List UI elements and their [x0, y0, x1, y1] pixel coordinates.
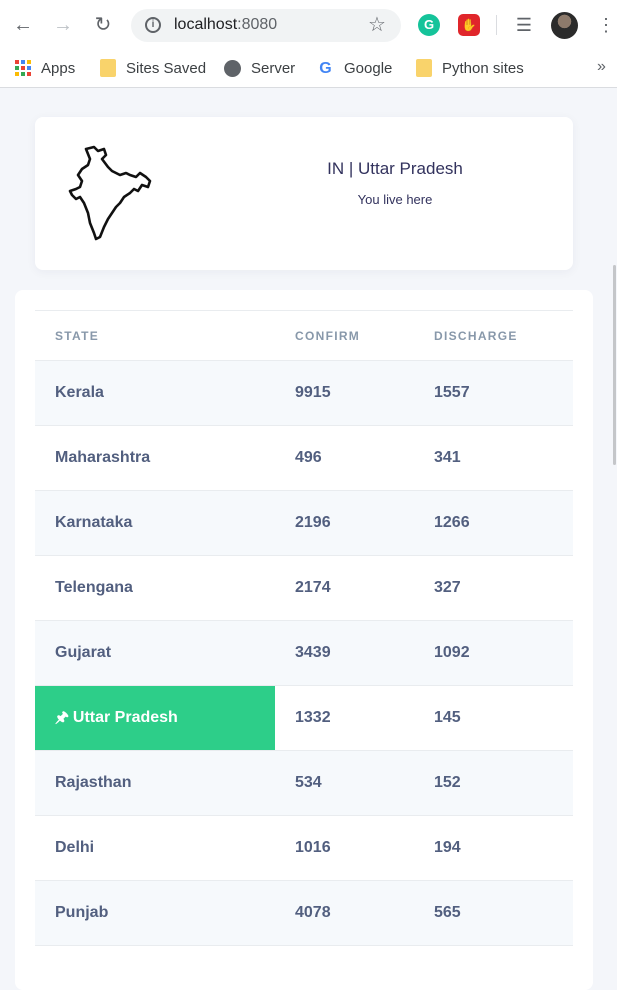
header-state[interactable]: STATE: [55, 329, 99, 343]
state-cell: Delhi: [55, 839, 95, 856]
pinned-table-row[interactable]: 🖈 Uttar Pradesh 1332 145: [35, 686, 573, 751]
discharge-cell: 565: [434, 904, 461, 921]
bookmark-label: Server: [251, 59, 296, 77]
confirm-cell: 3439: [295, 644, 331, 661]
google-icon: G: [319, 59, 332, 77]
confirm-cell: 1016: [295, 839, 331, 856]
bookmark-apps[interactable]: Apps: [15, 58, 75, 78]
location-title: IN | Uttar Pradesh: [327, 159, 463, 178]
discharge-cell: 341: [434, 449, 461, 466]
confirm-cell: 534: [295, 774, 322, 791]
back-arrow-icon[interactable]: ←: [11, 13, 35, 37]
location-card: IN | Uttar Pradesh You live here: [35, 117, 573, 270]
reload-icon[interactable]: ↻: [91, 13, 115, 37]
state-table-card: STATE CONFIRM DISCHARGE Kerala 9915 1557…: [15, 290, 593, 990]
discharge-cell: 1266: [434, 514, 470, 531]
confirm-cell: 1332: [295, 709, 331, 726]
table-row[interactable]: Maharashtra 496 341: [35, 426, 573, 491]
confirm-cell: 4078: [295, 904, 331, 921]
forward-arrow-icon[interactable]: →: [51, 13, 75, 37]
pinned-state-cell: 🖈 Uttar Pradesh: [35, 686, 275, 750]
state-table: STATE CONFIRM DISCHARGE Kerala 9915 1557…: [35, 310, 573, 946]
table-row[interactable]: Kerala 9915 1557: [35, 361, 573, 426]
bookmark-label: Sites Saved: [126, 59, 207, 77]
folder-icon: [100, 59, 116, 77]
bookmark-server[interactable]: Server: [224, 58, 295, 78]
india-map-icon: [68, 145, 152, 241]
table-row[interactable]: Karnataka 2196 1266: [35, 491, 573, 556]
bookmarks-bar: Apps Sites Saved Server G Google Python …: [0, 50, 617, 88]
state-cell: Gujarat: [55, 644, 112, 661]
profile-avatar[interactable]: [551, 12, 578, 39]
globe-icon: [224, 59, 241, 77]
table-row[interactable]: Delhi 1016 194: [35, 816, 573, 881]
state-cell: Rajasthan: [55, 774, 132, 791]
state-cell: Maharashtra: [55, 449, 151, 466]
table-row[interactable]: Punjab 4078 565: [35, 881, 573, 946]
bookmark-label: Apps: [41, 59, 76, 77]
discharge-cell: 152: [434, 774, 461, 791]
bookmark-star-icon[interactable]: ☆: [368, 13, 386, 37]
media-playlist-icon[interactable]: ☰: [513, 14, 535, 36]
confirm-cell: 2174: [295, 579, 331, 596]
state-cell: Punjab: [55, 904, 109, 921]
bookmark-label: Google: [344, 59, 393, 77]
url-host: localhost: [174, 16, 238, 33]
table-row[interactable]: Gujarat 3439 1092: [35, 621, 573, 686]
pin-icon: 🖈: [55, 709, 69, 726]
url-port: :8080: [237, 16, 278, 33]
bookmark-google[interactable]: G Google: [317, 58, 392, 78]
state-cell: Telengana: [55, 579, 133, 596]
confirm-cell: 2196: [295, 514, 331, 531]
scrollbar-track[interactable]: [611, 89, 617, 969]
state-cell: Karnataka: [55, 514, 133, 531]
url-text[interactable]: localhost:8080: [174, 16, 277, 34]
bookmark-sites-saved[interactable]: Sites Saved: [100, 58, 206, 78]
folder-icon: [416, 59, 432, 77]
location-subtitle: You live here: [357, 192, 433, 207]
discharge-cell: 1557: [434, 384, 470, 401]
discharge-cell: 194: [434, 839, 461, 856]
info-icon[interactable]: i: [145, 17, 161, 33]
confirm-cell: 496: [295, 449, 322, 466]
state-name: Uttar Pradesh: [72, 709, 178, 726]
address-bar[interactable]: i localhost:8080 ☆: [131, 9, 401, 42]
header-confirm[interactable]: CONFIRM: [295, 329, 360, 343]
table-row[interactable]: Rajasthan 534 152: [35, 751, 573, 816]
bookmarks-overflow-icon[interactable]: »: [597, 58, 606, 76]
discharge-cell: 1092: [434, 644, 470, 661]
confirm-cell: 9915: [295, 384, 331, 401]
table-row[interactable]: Telengana 2174 327: [35, 556, 573, 621]
bookmark-label: Python sites: [442, 59, 524, 77]
grammarly-extension-icon[interactable]: G: [418, 14, 440, 36]
discharge-cell: 145: [434, 709, 461, 726]
header-discharge[interactable]: DISCHARGE: [434, 329, 518, 343]
toolbar-divider: [496, 15, 497, 35]
state-cell: Kerala: [55, 384, 104, 401]
browser-toolbar: ← → ↻ i localhost:8080 ☆ G ✋ ☰ ⋮: [0, 0, 617, 50]
discharge-cell: 327: [434, 579, 461, 596]
apps-grid-icon: [15, 60, 31, 76]
scrollbar-thumb[interactable]: [613, 265, 616, 465]
bookmark-python-sites[interactable]: Python sites: [416, 58, 524, 78]
adblock-extension-icon[interactable]: ✋: [458, 14, 480, 36]
table-header: STATE CONFIRM DISCHARGE: [35, 310, 573, 361]
more-menu-icon[interactable]: ⋮: [597, 13, 615, 37]
